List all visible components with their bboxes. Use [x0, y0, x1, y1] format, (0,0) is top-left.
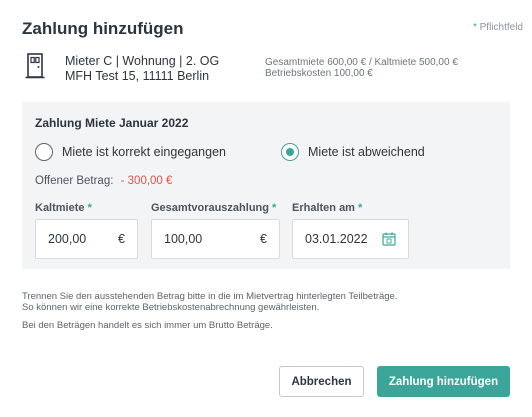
gross-hint: Bei den Beträgen handelt es sich immer u…	[22, 320, 273, 331]
cancel-button[interactable]: Abbrechen	[279, 366, 364, 397]
erhalten-required-star: *	[358, 202, 363, 214]
erhalten-date-input[interactable]: 03.01.2022	[292, 219, 409, 259]
tenant-info: Mieter C | Wohnung | 2. OG MFH Test 15, …	[65, 54, 219, 84]
kaltmiete-value: 200,00	[48, 232, 87, 246]
erhalten-label-text: Erhalten am	[292, 202, 355, 214]
open-amount-label: Offener Betrag:	[35, 175, 114, 187]
vorauszahlung-label-text: Gesamtvorauszahlung	[151, 202, 269, 214]
open-amount-value: - 300,00 €	[120, 175, 173, 187]
payment-section-title: Zahlung Miete Januar 2022	[35, 116, 189, 130]
split-hint-line1: Trennen Sie den ausstehenden Betrag bitt…	[22, 291, 398, 302]
payment-panel: Zahlung Miete Januar 2022 Miete ist korr…	[22, 102, 510, 269]
radio-rent-deviating[interactable]: Miete ist abweichend	[281, 142, 425, 162]
radio-rent-correct[interactable]: Miete ist korrekt eingegangen	[35, 142, 226, 162]
erhalten-value: 03.01.2022	[305, 232, 368, 246]
tenant-unit: Mieter C | Wohnung | 2. OG	[65, 54, 220, 68]
required-field-note: * Pflichtfeld	[473, 22, 523, 33]
calendar-icon[interactable]	[382, 232, 396, 246]
split-hint: Trennen Sie den ausstehenden Betrag bitt…	[22, 291, 397, 313]
kaltmiete-currency: €	[118, 232, 125, 246]
kaltmiete-label-text: Kaltmiete	[35, 202, 85, 214]
vorauszahlung-label: Gesamtvorauszahlung *	[151, 202, 276, 214]
rent-summary: Gesamtmiete 600,00 € / Kaltmiete 500,00 …	[265, 57, 458, 79]
radio-circle-correct[interactable]	[35, 143, 53, 161]
vorauszahlung-currency: €	[260, 232, 267, 246]
tenant-address: MFH Test 15, 11111 Berlin	[65, 69, 210, 83]
required-label: Pflichtfeld	[479, 22, 523, 33]
radio-label-correct: Miete ist korrekt eingegangen	[62, 145, 226, 159]
vorauszahlung-value: 100,00	[164, 232, 203, 246]
door-icon	[25, 53, 45, 79]
radio-label-deviating: Miete ist abweichend	[308, 145, 425, 159]
vorauszahlung-required-star: *	[272, 202, 277, 214]
rent-operating-costs: Betriebskosten 100,00 €	[265, 68, 373, 79]
required-star: *	[472, 22, 477, 33]
vorauszahlung-input[interactable]: 100,00 €	[151, 219, 280, 259]
rent-total: Gesamtmiete 600,00 € / Kaltmiete 500,00 …	[265, 57, 458, 68]
kaltmiete-input[interactable]: 200,00 €	[35, 219, 138, 259]
erhalten-label: Erhalten am *	[292, 202, 362, 214]
radio-circle-deviating[interactable]	[281, 143, 299, 161]
split-hint-line2: So können wir eine korrekte Betriebskost…	[22, 302, 320, 313]
kaltmiete-required-star: *	[87, 202, 92, 214]
add-payment-button[interactable]: Zahlung hinzufügen	[377, 366, 510, 397]
dialog-title: Zahlung hinzufügen	[22, 19, 184, 38]
open-amount-row: Offener Betrag: - 300,00 €	[35, 175, 172, 187]
kaltmiete-label: Kaltmiete *	[35, 202, 92, 214]
